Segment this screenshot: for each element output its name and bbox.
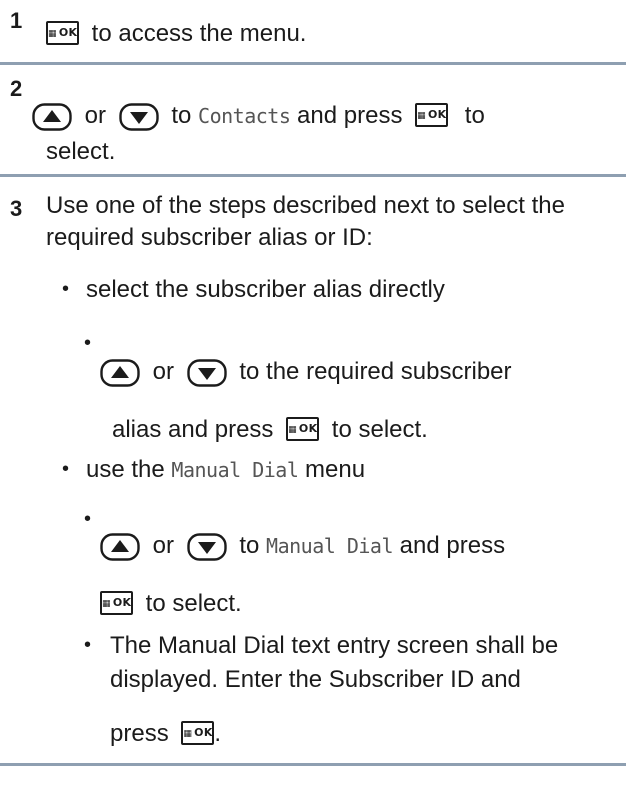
note-line: The Manual Dial text entry screen shall … <box>110 632 559 659</box>
step-text: alias and press <box>112 416 274 443</box>
bullet: • <box>84 508 92 530</box>
step-text: select. <box>46 138 116 165</box>
or-text: or <box>84 102 107 129</box>
bullet: • <box>84 634 92 656</box>
note-line: press <box>110 720 169 747</box>
and-press-text: and press <box>297 102 403 129</box>
step-number: 2 <box>10 76 23 101</box>
note-line: displayed. Enter the Subscriber ID and <box>110 666 521 693</box>
up-arrow-key-icon <box>32 102 72 131</box>
bullet: • <box>84 332 92 354</box>
menu-ok-key-icon: ▦ OK <box>415 102 449 127</box>
bullet: • <box>62 278 70 300</box>
step-number: 1 <box>10 8 23 33</box>
menu-target: Manual Dial <box>171 458 299 482</box>
period: . <box>214 720 222 747</box>
step-text: to the required subscriber <box>239 358 512 385</box>
intro-line: required subscriber alias or ID: <box>46 224 373 251</box>
step-text: to select. <box>145 590 242 617</box>
or-text: or <box>152 532 175 559</box>
up-arrow-key-icon <box>100 532 140 561</box>
divider <box>0 62 626 65</box>
and-press-text: and press <box>399 532 506 559</box>
up-arrow-key-icon <box>100 358 140 387</box>
down-arrow-key-icon <box>118 102 159 131</box>
divider <box>0 174 626 177</box>
to-text: to <box>239 532 260 559</box>
step-text: to access the menu. <box>91 20 307 47</box>
menu-ok-key-icon: ▦ OK <box>181 720 215 745</box>
down-arrow-key-icon <box>186 532 227 561</box>
to-text: to <box>171 102 192 129</box>
menu-target: Contacts <box>198 104 291 128</box>
step-number: 3 <box>10 196 23 221</box>
option-label: use the <box>86 456 165 483</box>
menu-ok-key-icon: ▦ OK <box>286 416 320 441</box>
divider <box>0 763 626 766</box>
to-text: to <box>464 102 485 129</box>
bullet: • <box>62 458 70 480</box>
option-label: menu <box>305 456 366 483</box>
menu-ok-key-icon: ▦ OK <box>46 20 79 45</box>
option-label: select the subscriber alias directly <box>86 276 445 303</box>
step-text: to select. <box>331 416 428 443</box>
intro-line: Use one of the steps described next to s… <box>46 192 565 219</box>
or-text: or <box>152 358 175 385</box>
down-arrow-key-icon <box>186 358 227 387</box>
menu-ok-key-icon: ▦ OK <box>100 590 133 615</box>
menu-target: Manual Dial <box>266 534 393 558</box>
